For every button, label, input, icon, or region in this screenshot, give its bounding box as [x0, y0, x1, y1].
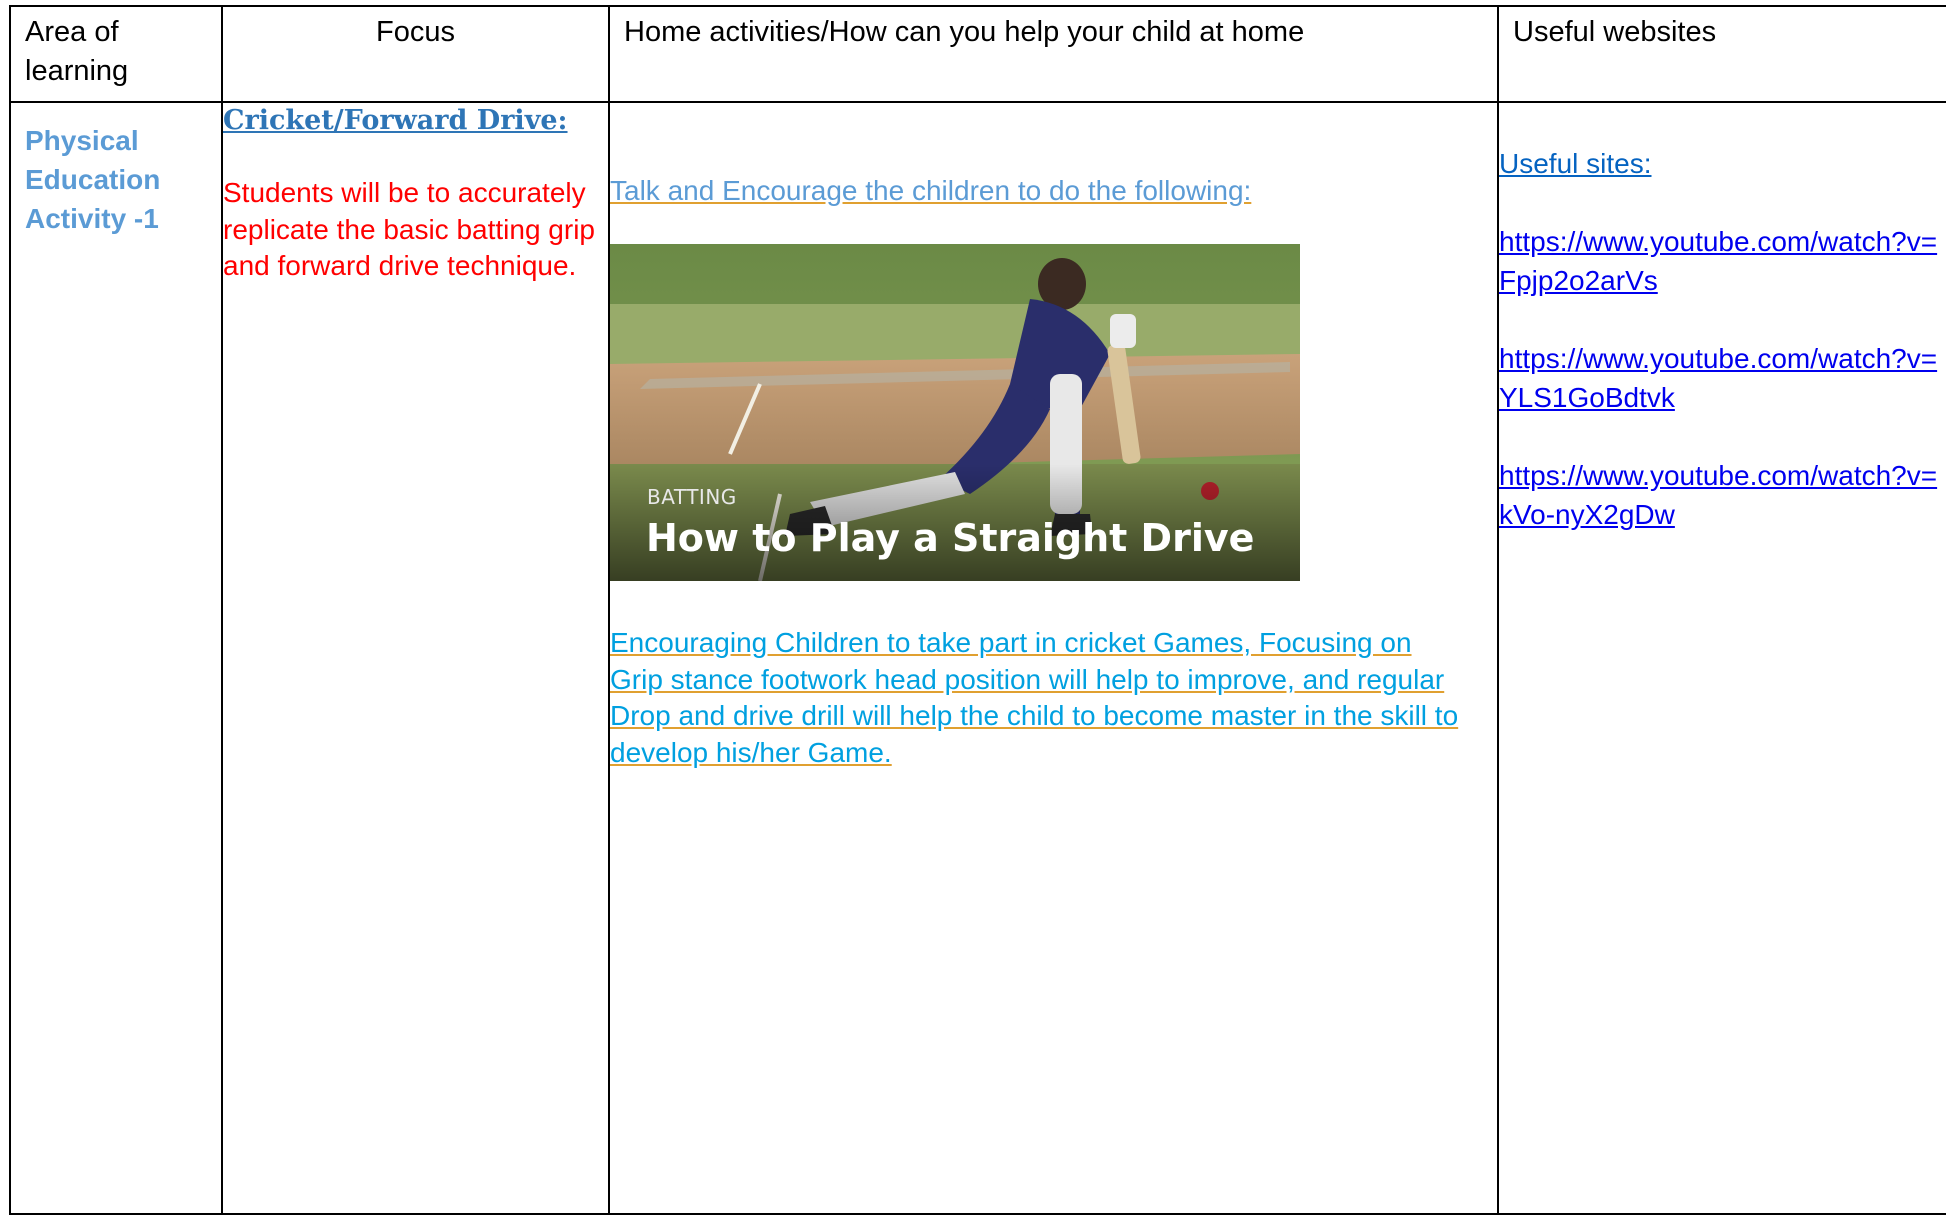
- header-area-label: Area of learning: [25, 16, 129, 87]
- table-row: Physical Education Activity -1 Cricket/F…: [9, 101, 1946, 1215]
- talk-instruction: Talk and Encourage the children to do th…: [610, 175, 1252, 206]
- encouragement-text: Encouraging Children to take part in cri…: [610, 627, 1459, 768]
- area-of-learning: Physical Education Activity -1: [25, 125, 161, 234]
- activity-table: Area of learning Focus Home activities/H…: [9, 5, 1946, 1215]
- website-link-3[interactable]: https://www.youtube.com/watch?v=kVo-nyX2…: [1499, 456, 1946, 534]
- focus-cell: Cricket/Forward Drive: Students will be …: [221, 101, 610, 1215]
- home-activities-cell: Talk and Encourage the children to do th…: [608, 101, 1499, 1215]
- area-cell: Physical Education Activity -1: [9, 101, 223, 1215]
- focus-title: Cricket/Forward Drive:: [223, 105, 568, 136]
- header-home-label: Home activities/How can you help your ch…: [624, 16, 1305, 48]
- useful-sites-label: Useful sites:: [1499, 148, 1652, 179]
- lesson-sheet: Area of learning Focus Home activities/H…: [9, 5, 1946, 1215]
- website-link-1[interactable]: https://www.youtube.com/watch?v=Fpjp2o2a…: [1499, 222, 1946, 300]
- header-websites-label: Useful websites: [1513, 16, 1717, 48]
- websites-cell: Useful sites: https://www.youtube.com/wa…: [1497, 101, 1946, 1215]
- focus-description: Students will be to accurately replicate…: [223, 177, 595, 281]
- batting-photo: BATTING How to Play a Straight Drive: [610, 244, 1300, 581]
- header-home: Home activities/How can you help your ch…: [608, 5, 1499, 103]
- photo-caption-large: How to Play a Straight Drive: [646, 516, 1255, 560]
- photo-caption-small: BATTING: [647, 485, 737, 509]
- header-focus-label: Focus: [376, 16, 455, 48]
- header-focus: Focus: [221, 5, 610, 103]
- header-websites: Useful websites: [1497, 5, 1946, 103]
- website-link-2[interactable]: https://www.youtube.com/watch?v=YLS1GoBd…: [1499, 339, 1946, 417]
- header-area: Area of learning: [9, 5, 223, 103]
- table-header-row: Area of learning Focus Home activities/H…: [9, 5, 1946, 103]
